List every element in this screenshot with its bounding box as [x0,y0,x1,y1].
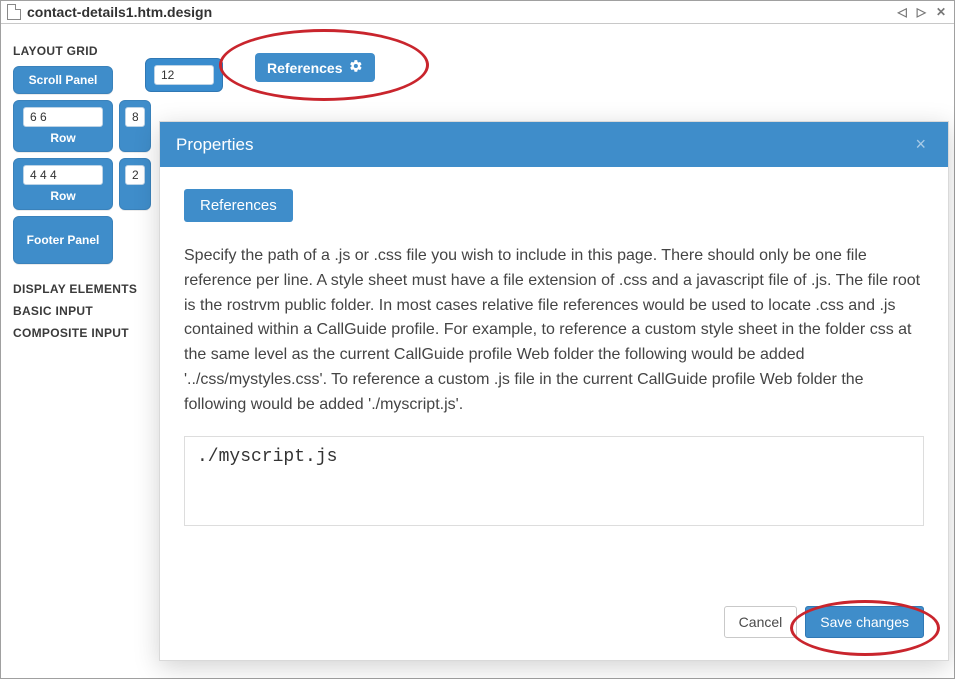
section-layout-grid: LAYOUT GRID [13,44,151,58]
grid-col-block[interactable] [145,58,223,92]
col-value-input[interactable] [154,65,214,85]
palette-row-2[interactable] [119,158,151,210]
row-value-input[interactable] [125,165,145,185]
section-display-elements[interactable]: DISPLAY ELEMENTS [13,282,151,296]
sidebar-palette: LAYOUT GRID Scroll Panel Row Row [5,34,155,352]
nav-prev-button[interactable]: ◁ [895,5,908,19]
file-icon [7,4,21,20]
palette-label: Footer Panel [27,233,100,247]
properties-dialog: Properties × References Specify the path… [159,121,949,661]
window-close-button[interactable]: ✕ [934,5,948,19]
gear-icon [349,59,363,76]
tab-references[interactable]: References [184,189,293,222]
section-composite-input[interactable]: COMPOSITE INPUT [13,326,151,340]
save-changes-button[interactable]: Save changes [805,606,924,638]
palette-label: Row [50,131,75,145]
palette-row-66[interactable]: Row [13,100,113,152]
palette-footer-panel[interactable]: Footer Panel [13,216,113,264]
palette-label: Scroll Panel [29,73,98,87]
row-value-input[interactable] [23,107,103,127]
dialog-close-button[interactable]: × [909,134,932,155]
dialog-title: Properties [176,135,253,155]
row-value-input[interactable] [23,165,103,185]
section-basic-input[interactable]: BASIC INPUT [13,304,151,318]
window-title: contact-details1.htm.design [27,4,212,20]
palette-label: Row [50,189,75,203]
references-textarea[interactable] [184,436,924,526]
dialog-header: Properties × [160,122,948,167]
palette-scroll-panel[interactable]: Scroll Panel [13,66,113,94]
nav-next-button[interactable]: ▷ [915,5,928,19]
references-label: References [267,60,343,76]
window-titlebar: contact-details1.htm.design ◁ ▷ ✕ [1,1,954,24]
cancel-button[interactable]: Cancel [724,606,798,638]
palette-row-444[interactable]: Row [13,158,113,210]
palette-row-8[interactable] [119,100,151,152]
references-help-text: Specify the path of a .js or .css file y… [184,244,924,418]
row-value-input[interactable] [125,107,145,127]
references-button[interactable]: References [255,53,375,82]
tab-label: References [200,197,277,214]
